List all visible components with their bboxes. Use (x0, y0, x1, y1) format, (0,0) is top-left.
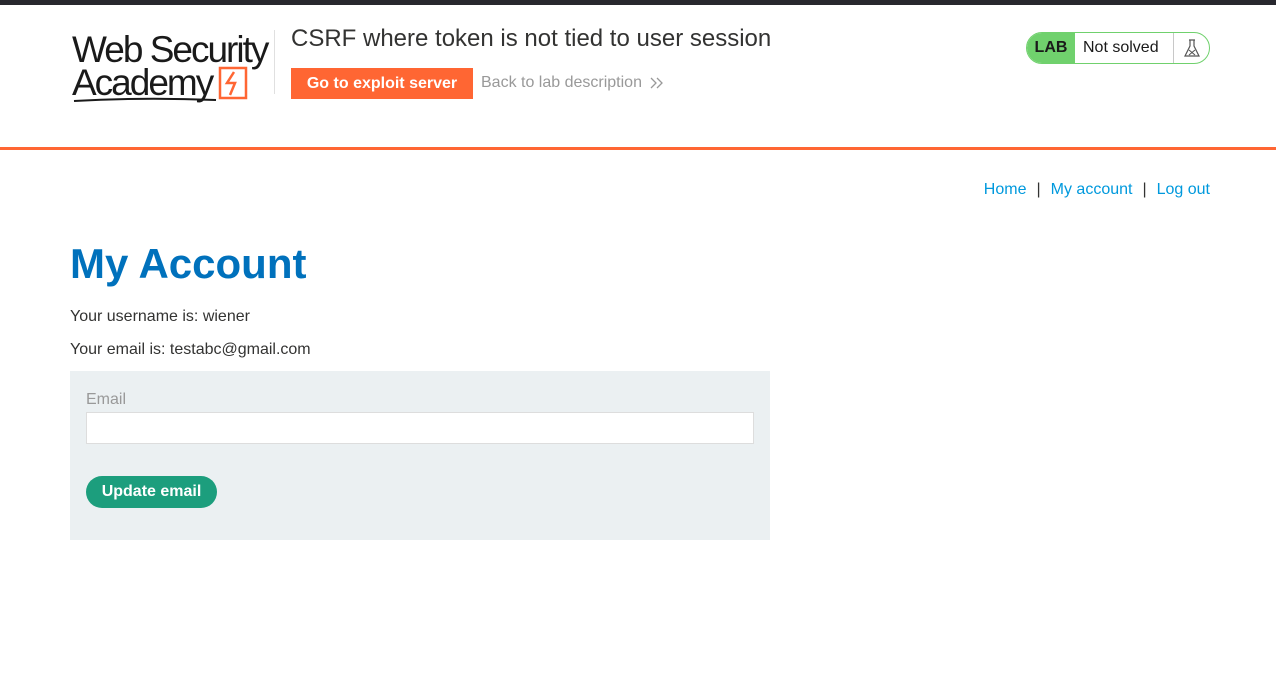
go-to-exploit-server-button[interactable]: Go to exploit server (291, 68, 473, 99)
email-label: Email (86, 391, 127, 408)
logo-divider (274, 30, 275, 94)
lab-status-widget[interactable]: LAB Not solved (1026, 32, 1210, 64)
email-input[interactable] (86, 412, 754, 444)
flask-icon-graphic (1183, 39, 1200, 57)
nav-home-link[interactable]: Home (984, 181, 1027, 199)
double-chevron-right-icon (650, 77, 663, 89)
nav-my-account-link[interactable]: My account (1051, 181, 1133, 199)
update-email-button[interactable]: Update email (86, 476, 217, 508)
lab-title: CSRF where token is not tied to user ses… (291, 25, 772, 52)
logo-line2: Academy (72, 62, 214, 103)
change-email-form: Email Update email (70, 371, 770, 540)
email-info: Your email is: testabc@gmail.com (70, 341, 311, 358)
back-link-label: Back to lab description (481, 74, 642, 91)
nav-separator: | (1036, 181, 1041, 198)
web-security-academy-logo[interactable]: Web Security Academy (72, 27, 272, 105)
lab-badge: LAB (1027, 33, 1075, 63)
nav-separator: | (1142, 181, 1147, 198)
page-title: My Account (70, 240, 307, 287)
username-info: Your username is: wiener (70, 308, 250, 325)
nav-log-out-link[interactable]: Log out (1157, 181, 1210, 199)
top-navigation: Home | My account | Log out (984, 181, 1210, 199)
back-to-lab-description-link[interactable]: Back to lab description (481, 74, 664, 92)
lab-status-text: Not solved (1083, 39, 1159, 56)
lab-header: Web Security Academy CSRF where token is… (0, 5, 1276, 147)
header-orange-rule (0, 147, 1276, 150)
logo-underline (73, 97, 217, 102)
lightning-bolt-icon (218, 66, 248, 100)
flask-icon[interactable] (1173, 33, 1209, 63)
